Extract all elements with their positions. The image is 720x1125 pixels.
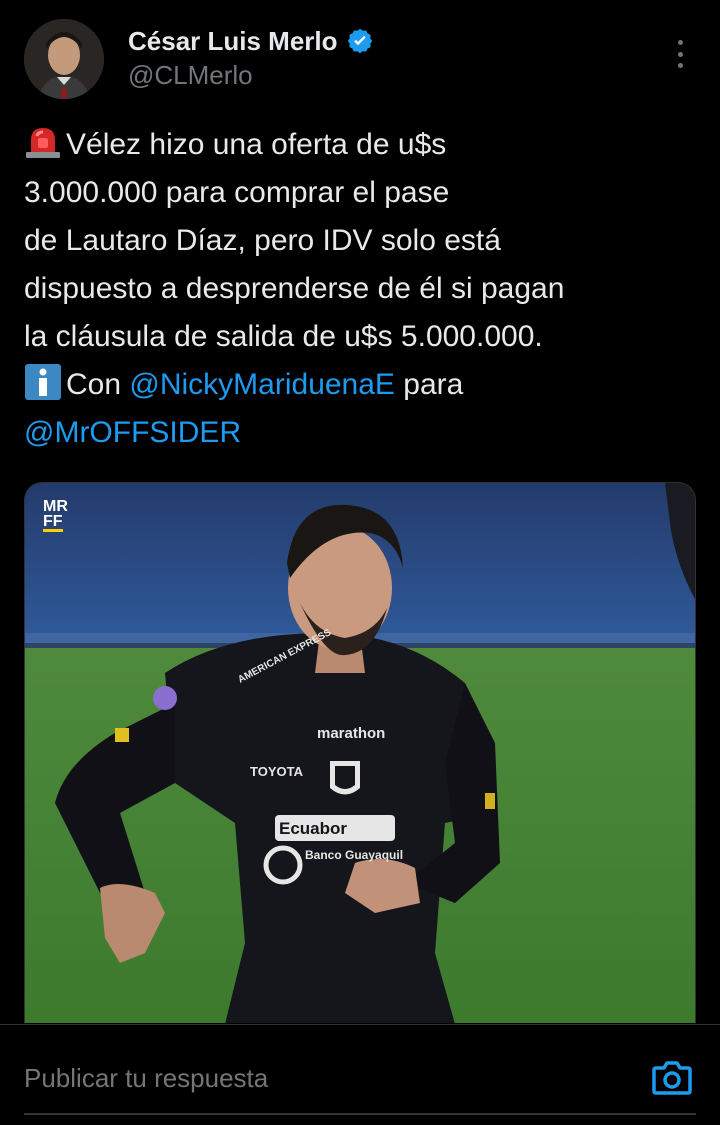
jersey-sponsor-text: Banco Guayaquil: [305, 848, 403, 862]
avatar-photo: [24, 19, 104, 99]
author-handle[interactable]: @CLMerlo: [128, 60, 253, 91]
mention-link[interactable]: @NickyMariduenaE: [129, 368, 395, 401]
reply-composer: [0, 1035, 720, 1117]
avatar[interactable]: [24, 19, 104, 99]
tweet-line: de Lautaro Díaz, pero IDV solo está: [24, 224, 501, 257]
tweet-line-text: Vélez hizo una oferta de u$s: [66, 128, 447, 161]
tweet-line: dispuesto a desprenderse de él si pagan: [24, 272, 565, 305]
reply-input[interactable]: [24, 1063, 584, 1094]
tweet-media-image[interactable]: marathon TOYOTA Ecuabor Banco Guayaquil …: [24, 482, 696, 1023]
information-emoji: [25, 364, 61, 400]
camera-icon[interactable]: [652, 1059, 692, 1095]
tweet-line: la cláusula de salida de u$s 5.000.000.: [24, 320, 543, 353]
jersey-sponsor-text: marathon: [317, 725, 385, 742]
player-photo: marathon TOYOTA Ecuabor Banco Guayaquil …: [25, 483, 695, 1023]
jersey-sponsor-text: TOYOTA: [250, 764, 304, 779]
tweet-credit-line: Con @NickyMariduenaE para: [24, 361, 704, 409]
logo-text: MR: [43, 498, 68, 515]
tweet-text: Vélez hizo una oferta de u$s 3.000.000 p…: [24, 121, 704, 457]
divider: [0, 1024, 720, 1025]
tweet-line: Vélez hizo una oferta de u$s: [24, 121, 704, 169]
reply-underline: [24, 1113, 696, 1115]
author-display-name[interactable]: César Luis Merlo: [128, 26, 338, 57]
tweet-line: 3.000.000 para comprar el pase: [24, 176, 450, 209]
mention-link[interactable]: @MrOFFSIDER: [24, 409, 704, 457]
logo-text: FF: [43, 513, 63, 532]
author-name-row[interactable]: César Luis Merlo: [128, 22, 374, 60]
more-options-icon[interactable]: [664, 36, 696, 72]
tweet-detail-screen: César Luis Merlo @CLMerlo Vélez hizo una…: [0, 0, 720, 1125]
credit-para-text: para: [403, 368, 464, 401]
mroffsider-logo: MR FF: [43, 499, 85, 535]
rotating-light-emoji: [26, 128, 60, 158]
credit-con-text: Con: [66, 368, 122, 401]
jersey-sponsor-text: Ecuabor: [279, 819, 347, 838]
verified-badge-icon: [347, 28, 372, 54]
